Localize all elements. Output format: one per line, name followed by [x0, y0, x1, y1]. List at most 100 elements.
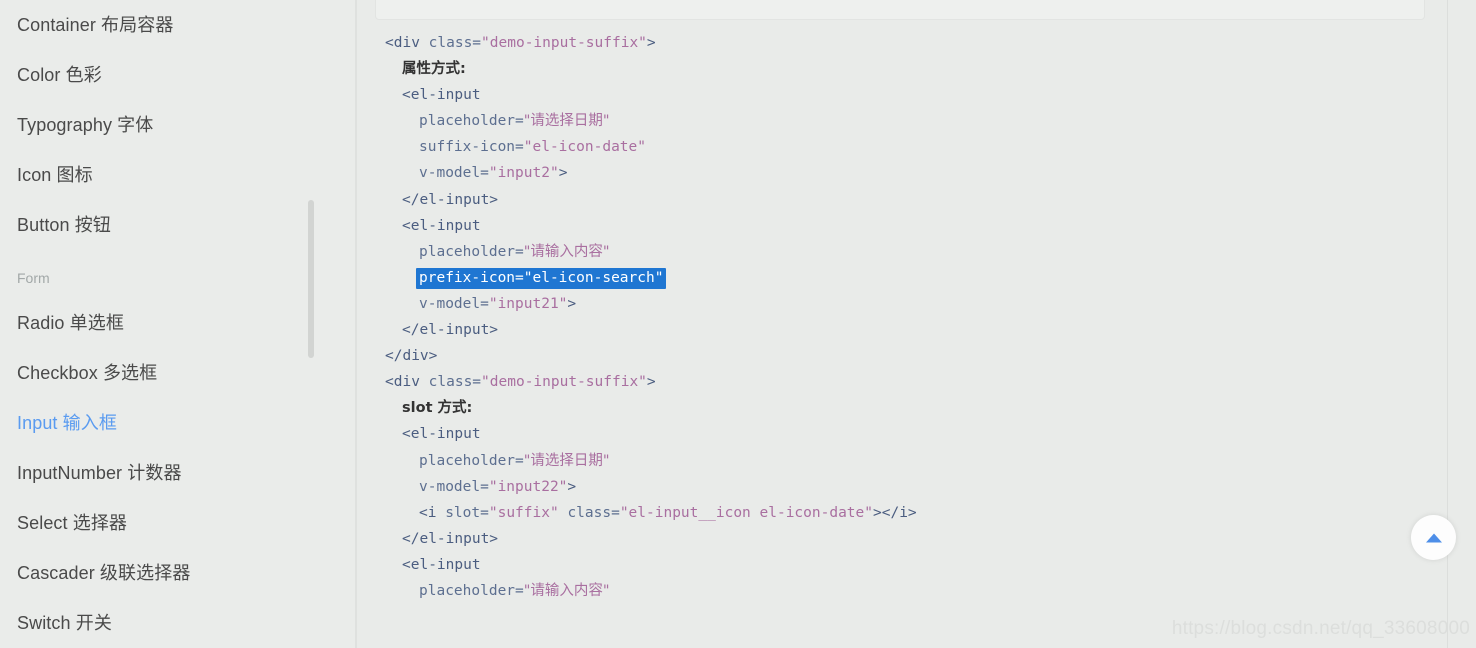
sidebar-item-11[interactable]: Cascader 级联选择器: [0, 548, 355, 598]
sidebar-item-3[interactable]: Icon 图标: [0, 150, 355, 200]
code-line[interactable]: v-model="input21">: [357, 291, 1476, 317]
code-line[interactable]: placeholder="请输入内容": [357, 578, 1476, 604]
code-line[interactable]: suffix-icon="el-icon-date": [357, 134, 1476, 160]
code-line[interactable]: <el-input: [357, 82, 1476, 108]
code-token-tag: </el-input>: [402, 530, 499, 547]
code-token-tag: ></i>: [873, 504, 917, 521]
code-line[interactable]: placeholder="请选择日期": [357, 448, 1476, 474]
code-line[interactable]: </el-input>: [357, 187, 1476, 213]
code-line-content: v-model="input2">: [419, 165, 567, 181]
code-token-attr: placeholder=: [419, 113, 524, 130]
code-line-content: </div>: [385, 348, 437, 364]
code-line[interactable]: </el-input>: [357, 317, 1476, 343]
code-selection-highlight: prefix-icon="el-icon-search": [416, 267, 667, 289]
sidebar-item-8[interactable]: Input 输入框: [0, 398, 355, 448]
code-token-tag: <i: [419, 504, 446, 521]
code-token-str: "input21": [488, 295, 568, 312]
sidebar-item-9[interactable]: InputNumber 计数器: [0, 448, 355, 498]
code-token-cn: 属性方式:: [402, 61, 466, 78]
content-card-top-edge: [375, 0, 1425, 20]
code-token-tag: </el-input>: [402, 322, 499, 339]
sidebar-item-7[interactable]: Checkbox 多选框: [0, 348, 355, 398]
code-line-content: <i slot="suffix" class="el-input__icon e…: [419, 505, 917, 521]
code-token-cnstr: "请选择日期": [523, 452, 610, 469]
code-block[interactable]: <div class="demo-input-suffix"> 属性方式: <el-…: [357, 30, 1476, 604]
code-line[interactable]: slot 方式:: [357, 395, 1476, 421]
sidebar-item-2[interactable]: Typography 字体: [0, 100, 355, 150]
sidebar-item-12[interactable]: Switch 开关: [0, 598, 355, 648]
code-line-content: <el-input: [402, 557, 481, 573]
sidebar-item-10[interactable]: Select 选择器: [0, 498, 355, 548]
code-token-tag: <el-input: [402, 217, 481, 234]
code-line-content: <el-input: [402, 218, 481, 234]
sidebar-item-0[interactable]: Container 布局容器: [0, 0, 355, 50]
code-token-str: "el-icon-date": [523, 139, 646, 156]
code-token-str: "suffix": [488, 504, 559, 521]
sidebar-group-label: Form: [17, 270, 50, 286]
code-line[interactable]: v-model="input2">: [357, 160, 1476, 186]
code-token-tag: >: [567, 295, 577, 312]
page-root: Container 布局容器 Color 色彩 Typography 字体 Icon …: [0, 0, 1476, 648]
code-line-content: v-model="input22">: [419, 479, 576, 495]
code-token-str: "el-icon-search": [523, 269, 664, 286]
triangle-up-icon: [1425, 533, 1442, 542]
code-token-tag: <div: [385, 374, 429, 391]
code-token-tag: >: [646, 35, 656, 51]
sidebar-scrollbar-thumb[interactable]: [308, 200, 314, 358]
code-token-attr: placeholder=: [419, 243, 524, 260]
code-token-tag: >: [558, 165, 568, 182]
main-content: <div class="demo-input-suffix"> 属性方式: <el-…: [357, 0, 1476, 648]
code-token-cnstr: "请输入内容": [523, 243, 610, 260]
code-line[interactable]: </el-input>: [357, 526, 1476, 552]
code-line-content: slot 方式:: [402, 400, 472, 416]
code-token-str: "demo-input-suffix": [481, 374, 647, 391]
code-line-content: placeholder="请选择日期": [419, 113, 610, 129]
code-token-tag: </div>: [385, 348, 438, 365]
code-token-tag: <div: [385, 35, 429, 51]
sidebar-item-4[interactable]: Button 按钮: [0, 200, 355, 250]
code-line-content: placeholder="请输入内容": [419, 244, 610, 260]
code-token-str: "input22": [488, 478, 568, 495]
sidebar-nav-list: Container 布局容器 Color 色彩 Typography 字体 Icon …: [0, 0, 355, 648]
code-token-attr: suffix-icon=: [419, 139, 524, 156]
code-line[interactable]: <i slot="suffix" class="el-input__icon e…: [357, 500, 1476, 526]
code-token-attr: class=: [428, 374, 482, 391]
code-token-tag: >: [646, 374, 656, 391]
code-line[interactable]: <el-input: [357, 213, 1476, 239]
code-line[interactable]: v-model="input22">: [357, 474, 1476, 500]
code-line-content: </el-input>: [402, 192, 498, 208]
sidebar: Container 布局容器 Color 色彩 Typography 字体 Icon …: [0, 0, 355, 648]
code-line-content: <div class="demo-input-suffix">: [385, 35, 656, 51]
code-token-cnstr: "请输入内容": [523, 582, 610, 599]
code-token-tag: <el-input: [402, 556, 481, 573]
code-line[interactable]: 属性方式:: [357, 56, 1476, 82]
code-token-cn: slot 方式:: [402, 400, 473, 417]
code-line-content: <el-input: [402, 87, 481, 103]
code-token-attr: placeholder=: [419, 452, 524, 469]
code-line-content: <div class="demo-input-suffix">: [385, 374, 656, 390]
code-token-attr: v-model=: [419, 295, 489, 312]
code-token-attr: v-model=: [419, 165, 489, 182]
code-line-content: </el-input>: [402, 322, 498, 338]
code-line[interactable]: <el-input: [357, 421, 1476, 447]
sidebar-item-1[interactable]: Color 色彩: [0, 50, 355, 100]
code-line[interactable]: placeholder="请输入内容": [357, 239, 1476, 265]
back-to-top-button[interactable]: [1411, 515, 1456, 560]
code-line[interactable]: <div class="demo-input-suffix">: [357, 369, 1476, 395]
code-token-attr: class=: [428, 35, 482, 51]
sidebar-item-6[interactable]: Radio 单选框: [0, 298, 355, 348]
code-line[interactable]: <div class="demo-input-suffix">: [357, 30, 1476, 56]
code-line[interactable]: prefix-icon="el-icon-search": [357, 265, 1476, 291]
code-line-content: 属性方式:: [402, 61, 466, 77]
code-line-content: v-model="input21">: [419, 296, 576, 312]
code-line[interactable]: </div>: [357, 343, 1476, 369]
code-line[interactable]: placeholder="请选择日期": [357, 108, 1476, 134]
code-token-cnstr: "请选择日期": [523, 113, 610, 130]
code-token-attr: placeholder=: [419, 582, 524, 599]
code-line[interactable]: <el-input: [357, 552, 1476, 578]
code-token-tag: >: [567, 478, 577, 495]
code-token-tag: <el-input: [402, 87, 481, 104]
code-token-str: "el-input__icon el-icon-date": [619, 504, 873, 521]
code-token-attr: slot=: [445, 504, 489, 521]
code-token-attr: class=: [567, 504, 620, 521]
